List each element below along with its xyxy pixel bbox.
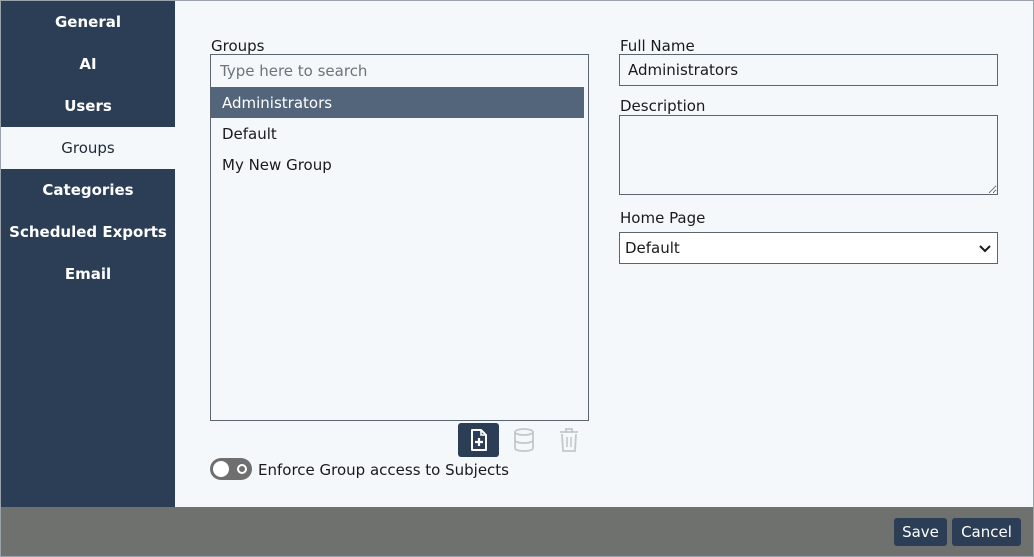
groups-search-input[interactable] [211, 55, 588, 87]
sidebar-item-ai[interactable]: AI [1, 43, 175, 85]
sidebar-item-users[interactable]: Users [1, 85, 175, 127]
sidebar-item-categories[interactable]: Categories [1, 169, 175, 211]
sidebar-item-general[interactable]: General [1, 1, 175, 43]
cancel-button[interactable]: Cancel [952, 518, 1021, 546]
sidebar-item-groups[interactable]: Groups [1, 127, 175, 169]
list-item[interactable]: Administrators [211, 87, 584, 118]
description-textarea[interactable] [619, 115, 998, 195]
toggle-off-indicator [237, 464, 247, 474]
add-group-button[interactable] [458, 423, 499, 457]
groups-list: Administrators Default My New Group [210, 54, 589, 421]
list-item[interactable]: My New Group [211, 149, 584, 180]
delete-group-button[interactable] [548, 423, 589, 457]
sidebar: General AI Users Groups Categories Sched… [1, 1, 175, 507]
full-name-input[interactable] [619, 54, 998, 86]
list-item[interactable]: Default [211, 118, 584, 149]
footer-bar [1, 507, 1033, 556]
save-button[interactable]: Save [894, 518, 947, 546]
toggle-knob [213, 461, 229, 477]
description-label: Description [620, 97, 706, 115]
enforce-access-label: Enforce Group access to Subjects [258, 461, 509, 479]
home-page-label: Home Page [620, 209, 706, 227]
enforce-access-toggle[interactable] [210, 458, 252, 480]
add-file-icon [470, 429, 487, 451]
home-page-selected-value: Default [625, 239, 680, 257]
trash-icon [559, 428, 578, 452]
sidebar-item-email[interactable]: Email [1, 253, 175, 295]
database-button[interactable] [503, 423, 544, 457]
home-page-select[interactable]: Default [619, 232, 998, 264]
groups-label: Groups [211, 37, 265, 55]
database-icon [513, 428, 534, 452]
full-name-label: Full Name [620, 37, 695, 55]
chevron-down-icon [979, 245, 991, 253]
sidebar-item-scheduled-exports[interactable]: Scheduled Exports [1, 211, 175, 253]
